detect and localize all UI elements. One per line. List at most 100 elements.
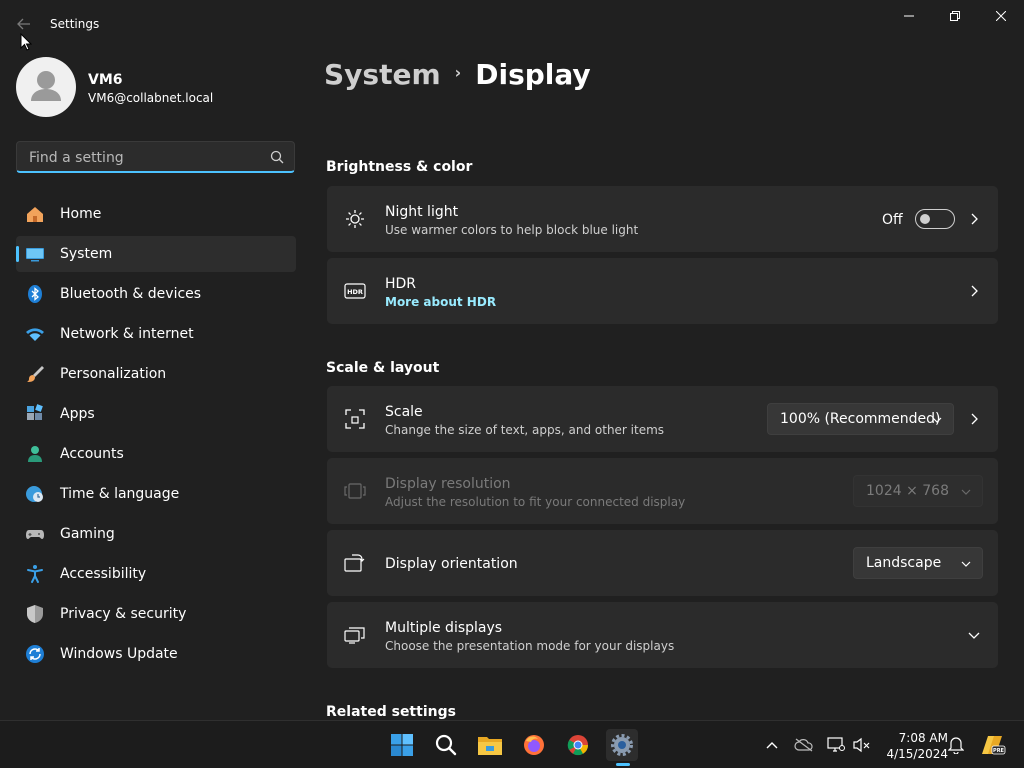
night-light-toggle[interactable] [915, 209, 955, 229]
sidebar-item-label: Accessibility [60, 566, 147, 582]
close-button[interactable] [978, 0, 1024, 32]
resolution-title: Display resolution [385, 476, 511, 492]
settings-taskbar-button[interactable] [606, 729, 638, 761]
maximize-button[interactable] [932, 0, 978, 32]
sidebar-item-accounts[interactable]: Accounts [16, 436, 296, 472]
minimize-button[interactable] [886, 0, 932, 32]
night-light-subtitle: Use warmer colors to help block blue lig… [385, 223, 639, 237]
search-icon [435, 734, 457, 756]
sidebar-item-accessibility[interactable]: Accessibility [16, 556, 296, 592]
network-icon [26, 328, 44, 341]
apps-icon [27, 404, 43, 420]
taskbar-search-button[interactable] [430, 729, 462, 761]
bluetooth-icon [28, 285, 42, 303]
chrome-button[interactable] [562, 729, 594, 761]
hdr-link[interactable]: More about HDR [385, 295, 496, 309]
start-button[interactable] [386, 729, 418, 761]
scale-card[interactable]: Scale Change the size of text, apps, and… [327, 386, 998, 452]
sidebar-item-home[interactable]: Home [16, 196, 296, 232]
sidebar-item-system[interactable]: System [16, 236, 296, 272]
resolution-icon [343, 479, 367, 503]
breadcrumb: System › Display [324, 58, 591, 91]
accessibility-icon [27, 565, 43, 583]
restore-icon [950, 11, 960, 21]
show-hidden-icons-button[interactable] [762, 735, 782, 755]
sidebar-item-time-language[interactable]: Time & language [16, 476, 296, 512]
sidebar-item-label: Time & language [60, 486, 180, 502]
search-box[interactable] [16, 141, 295, 173]
file-explorer-icon [478, 737, 502, 755]
firefox-button[interactable] [518, 729, 550, 761]
breadcrumb-parent[interactable]: System [324, 58, 441, 91]
resolution-dropdown: 1024 × 768 [853, 475, 983, 507]
night-light-card[interactable]: Night light Use warmer colors to help bl… [327, 186, 998, 252]
active-indicator [16, 246, 19, 262]
resolution-subtitle: Adjust the resolution to fit your connec… [385, 495, 686, 509]
file-explorer-button[interactable] [474, 729, 506, 761]
sidebar-item-apps[interactable]: Apps [16, 396, 296, 432]
start-icon [391, 734, 413, 756]
brush-icon [27, 366, 44, 382]
volume-button[interactable] [852, 735, 872, 755]
scale-subtitle: Change the size of text, apps, and other… [385, 423, 665, 437]
sidebar-item-privacy-security[interactable]: Privacy & security [16, 596, 296, 632]
taskbar: 7:08 AM 4/15/2024 PRE [0, 720, 1024, 768]
firefox-icon [524, 735, 544, 755]
sidebar-item-label: Accounts [60, 446, 124, 462]
active-app-indicator [616, 763, 630, 766]
volume-muted-icon [853, 737, 870, 753]
svg-text:HDR: HDR [347, 288, 363, 296]
search-icon[interactable] [270, 150, 284, 164]
chevron-down-icon[interactable] [966, 627, 982, 643]
chevron-up-icon [766, 742, 778, 749]
sidebar-item-label: Home [60, 206, 102, 222]
shield-icon [27, 605, 43, 623]
night-light-title: Night light [385, 204, 459, 220]
chevron-right-icon[interactable] [966, 283, 982, 299]
hdr-title: HDR [385, 276, 417, 292]
chevron-down-icon [961, 489, 971, 495]
night-light-state: Off [882, 212, 903, 228]
multiple-displays-card[interactable]: Multiple displays Choose the presentatio… [327, 602, 998, 668]
taskbar-clock[interactable]: 7:08 AM 4/15/2024 [876, 730, 948, 762]
scale-value: 100% (Recommended) [780, 411, 941, 427]
sidebar-item-label: Gaming [60, 526, 115, 542]
sidebar-item-label: Bluetooth & devices [60, 286, 202, 302]
copilot-icon: PRE [982, 736, 1006, 755]
page-title: Display [475, 58, 591, 91]
gamepad-icon [26, 530, 44, 539]
orientation-dropdown[interactable]: Landscape [853, 547, 983, 579]
chevron-right-icon[interactable] [966, 411, 982, 427]
hdr-card[interactable]: HDR HDR More about HDR [327, 258, 998, 324]
sidebar-item-label: Apps [60, 406, 95, 422]
user-silhouette-icon [31, 71, 61, 101]
onedrive-button[interactable] [794, 735, 814, 755]
notifications-button[interactable] [946, 735, 966, 755]
sidebar-item-label: System [60, 246, 113, 262]
clock-time: 7:08 AM [898, 731, 948, 745]
network-tray-button[interactable] [826, 735, 846, 755]
avatar[interactable] [16, 57, 76, 117]
section-title-scale-layout: Scale & layout [326, 360, 440, 376]
search-input[interactable] [27, 148, 266, 168]
home-icon [27, 207, 43, 222]
sidebar-item-gaming[interactable]: Gaming [16, 516, 296, 552]
network-wired-icon [827, 737, 845, 752]
copilot-button[interactable]: PRE [980, 735, 1006, 755]
cloud-off-icon [794, 738, 813, 752]
scale-dropdown[interactable]: 100% (Recommended) [767, 403, 954, 435]
sidebar-item-personalization[interactable]: Personalization [16, 356, 296, 392]
sidebar-item-windows-update[interactable]: Windows Update [16, 636, 296, 672]
minimize-icon [904, 15, 914, 17]
bell-icon [948, 737, 964, 754]
display-orientation-card[interactable]: Display orientation Landscape [327, 530, 998, 596]
breadcrumb-separator: › [454, 63, 462, 82]
sidebar-item-network[interactable]: Network & internet [16, 316, 296, 352]
sidebar-item-bluetooth[interactable]: Bluetooth & devices [16, 276, 296, 312]
chevron-right-icon[interactable] [966, 211, 982, 227]
hdr-icon: HDR [343, 279, 367, 303]
resolution-value: 1024 × 768 [866, 483, 949, 499]
orientation-icon [343, 551, 367, 575]
multiple-displays-title: Multiple displays [385, 620, 503, 636]
app-title: Settings [50, 17, 100, 31]
